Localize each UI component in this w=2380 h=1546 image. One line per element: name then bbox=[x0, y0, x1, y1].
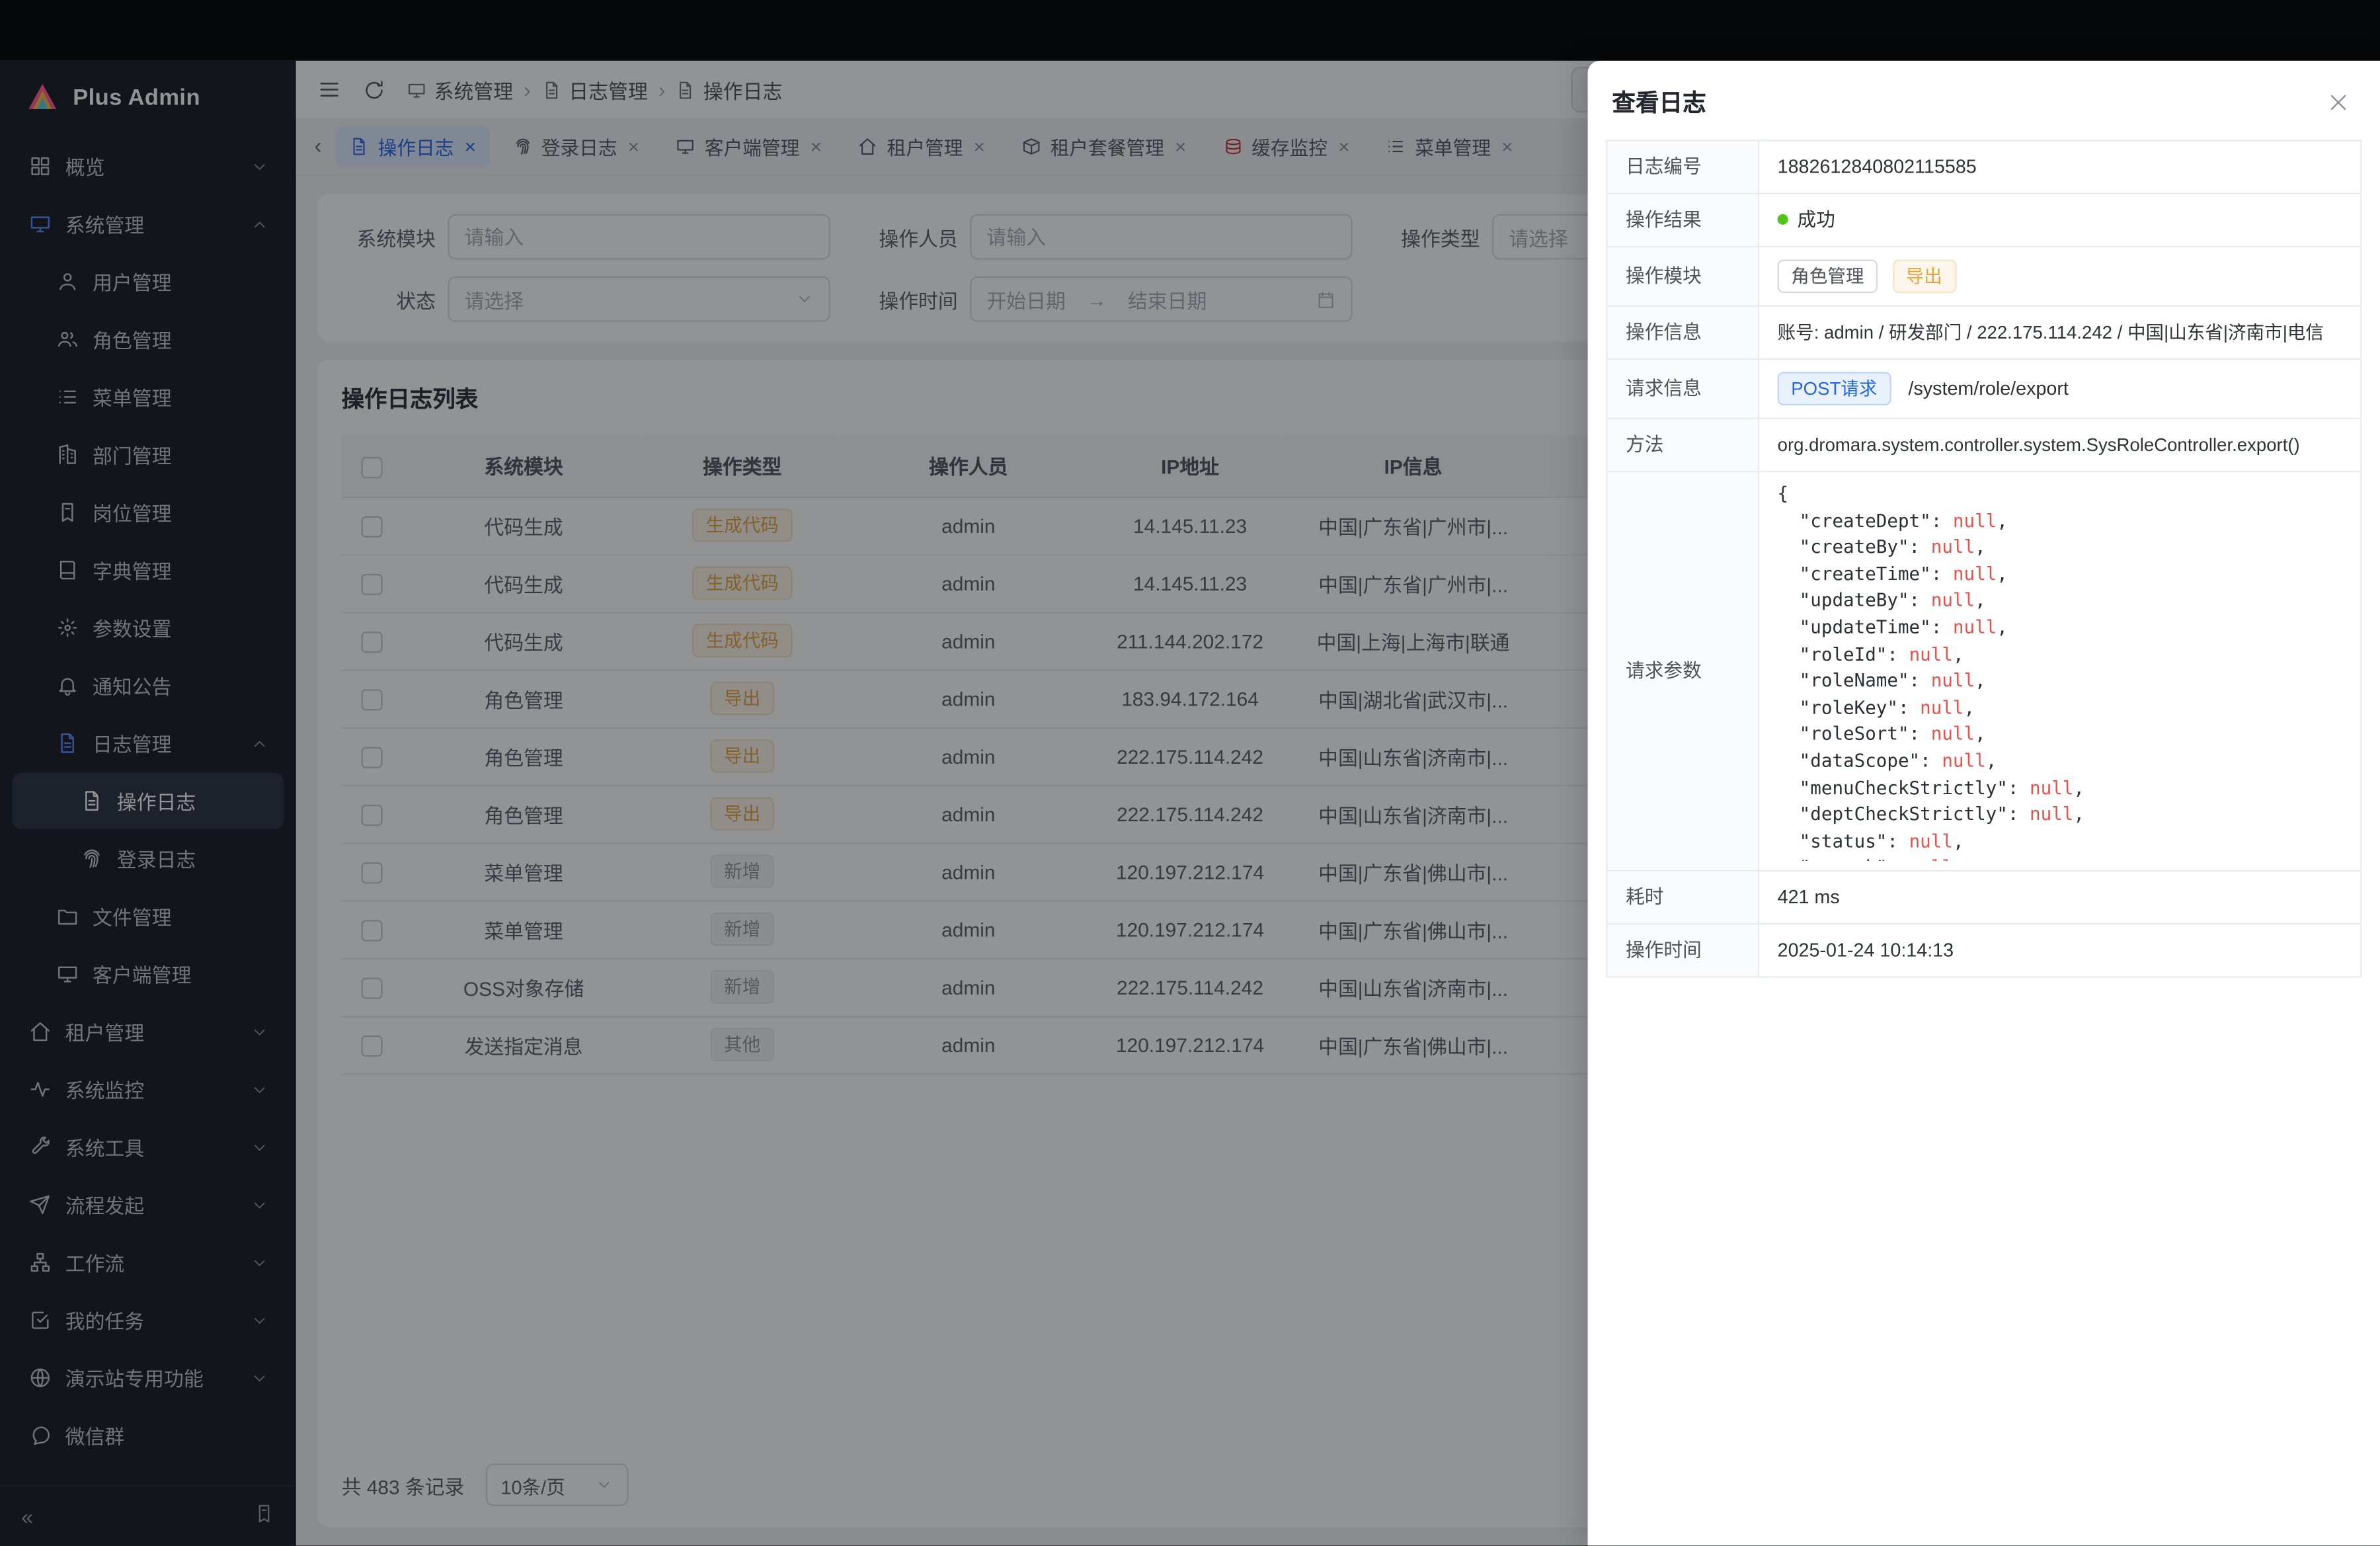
module-tag: 角色管理 bbox=[1778, 260, 1878, 294]
view-log-drawer: 查看日志 日志编号 1882612840802115585 操作结果 成功 操作… bbox=[1588, 61, 2380, 1545]
field-label: 操作时间 bbox=[1606, 924, 1759, 977]
field-label: 耗时 bbox=[1606, 871, 1759, 924]
field-label: 日志编号 bbox=[1606, 140, 1759, 193]
http-method-tag: POST请求 bbox=[1778, 372, 1891, 406]
field-label: 请求信息 bbox=[1606, 359, 1759, 419]
detail-row-params: 请求参数 { "createDept": null, "createBy": n… bbox=[1606, 471, 2361, 871]
log-detail-table: 日志编号 1882612840802115585 操作结果 成功 操作模块 角色… bbox=[1606, 140, 2361, 977]
drawer-title: 查看日志 bbox=[1612, 85, 1706, 119]
detail-row-result: 操作结果 成功 bbox=[1606, 194, 2361, 247]
time-value: 2025-01-24 10:14:13 bbox=[1759, 924, 2361, 977]
params-value: { "createDept": null, "createBy": null, … bbox=[1759, 471, 2361, 871]
log-id-value: 1882612840802115585 bbox=[1759, 140, 2361, 193]
module-value: 角色管理 导出 bbox=[1759, 247, 2361, 306]
field-label: 操作信息 bbox=[1606, 306, 1759, 359]
status-dot bbox=[1778, 214, 1788, 225]
drawer-header: 查看日志 bbox=[1588, 61, 2380, 137]
detail-row-info: 操作信息 账号: admin / 研发部门 / 222.175.114.242 … bbox=[1606, 306, 2361, 359]
screen: Plus Admin 概览系统管理用户管理角色管理菜单管理部门管理岗位管理字典管… bbox=[0, 0, 2380, 1545]
detail-row-module: 操作模块 角色管理 导出 bbox=[1606, 247, 2361, 306]
field-label: 操作结果 bbox=[1606, 194, 1759, 247]
method-value: org.dromara.system.controller.system.Sys… bbox=[1759, 419, 2361, 471]
field-label: 操作模块 bbox=[1606, 247, 1759, 306]
detail-row-log-id: 日志编号 1882612840802115585 bbox=[1606, 140, 2361, 193]
field-label: 请求参数 bbox=[1606, 471, 1759, 871]
request-url: /system/role/export bbox=[1908, 378, 2068, 399]
op-type-tag: 导出 bbox=[1892, 260, 1956, 294]
detail-row-method: 方法 org.dromara.system.controller.system.… bbox=[1606, 419, 2361, 471]
drawer-body: 日志编号 1882612840802115585 操作结果 成功 操作模块 角色… bbox=[1588, 137, 2380, 997]
info-value: 账号: admin / 研发部门 / 222.175.114.242 / 中国|… bbox=[1759, 306, 2361, 359]
detail-row-duration: 耗时 421 ms bbox=[1606, 871, 2361, 924]
result-value: 成功 bbox=[1759, 194, 2361, 247]
detail-row-request: 请求信息 POST请求 /system/role/export bbox=[1606, 359, 2361, 419]
close-icon[interactable] bbox=[2327, 91, 2350, 113]
duration-value: 421 ms bbox=[1759, 871, 2361, 924]
field-label: 方法 bbox=[1606, 419, 1759, 471]
request-value: POST请求 /system/role/export bbox=[1759, 359, 2361, 419]
request-params-json[interactable]: { "createDept": null, "createBy": null, … bbox=[1778, 481, 2342, 861]
detail-row-time: 操作时间 2025-01-24 10:14:13 bbox=[1606, 924, 2361, 977]
